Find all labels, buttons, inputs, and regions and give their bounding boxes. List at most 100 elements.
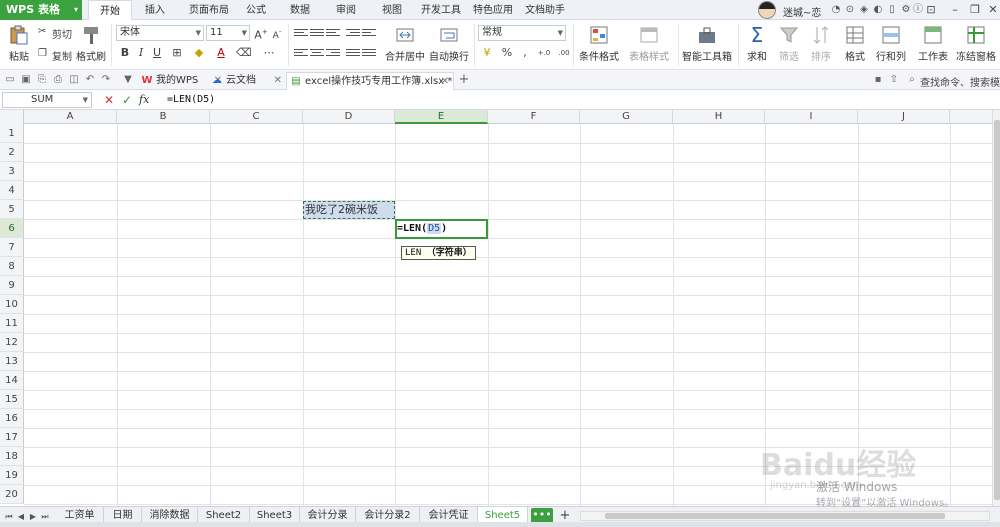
tab-features[interactable]: 特色应用 — [470, 0, 516, 20]
font-color-icon[interactable]: A — [214, 46, 228, 60]
align-top-icon[interactable] — [294, 29, 308, 39]
rows-cols-button[interactable]: 行和列 — [874, 24, 908, 63]
row-header[interactable]: 16 — [0, 409, 24, 428]
column-header-g[interactable]: G — [580, 110, 673, 124]
row-header[interactable]: 13 — [0, 352, 24, 371]
prev-sheet-icon[interactable]: ◀ — [16, 512, 26, 522]
scroll-thumb[interactable] — [605, 513, 945, 519]
last-sheet-icon[interactable]: ⏭ — [40, 512, 50, 522]
column-header-f[interactable]: F — [488, 110, 580, 124]
first-sheet-icon[interactable]: ⏮ — [4, 512, 14, 522]
font-size-select[interactable]: 11 ▼ — [206, 25, 250, 41]
preview-icon[interactable]: ◫ — [68, 74, 80, 86]
help-icon[interactable]: ⊙ — [844, 4, 856, 16]
row-header[interactable]: 11 — [0, 314, 24, 333]
column-header-j[interactable]: J — [858, 110, 950, 124]
tab-view[interactable]: 视图 — [376, 0, 408, 20]
export-icon[interactable]: ⎘ — [36, 74, 48, 86]
font-name-select[interactable]: 宋体 ▼ — [116, 25, 204, 41]
more-format-icon[interactable]: ⋯ — [262, 46, 276, 60]
row-header[interactable]: 4 — [0, 181, 24, 200]
settings-icon[interactable]: ⚙ — [900, 4, 912, 16]
doc-icon[interactable]: ▯ — [886, 4, 898, 16]
name-box[interactable]: SUM ▼ — [2, 92, 92, 108]
row-header[interactable]: 20 — [0, 485, 24, 504]
row-header[interactable]: 10 — [0, 295, 24, 314]
cell-d5-referenced[interactable]: 我吃了2碗米饭 — [303, 201, 395, 219]
row-header[interactable]: 18 — [0, 447, 24, 466]
new-tab-icon[interactable]: + — [458, 73, 470, 86]
format-button[interactable]: 格式 — [840, 24, 870, 63]
merge-center-button[interactable]: 合并居中 — [382, 24, 428, 63]
sort-button[interactable]: 排序 — [806, 24, 836, 63]
table-style-button[interactable]: 表格样式 — [626, 24, 672, 63]
row-header[interactable]: 19 — [0, 466, 24, 485]
row-header[interactable]: 17 — [0, 428, 24, 447]
confirm-icon[interactable]: ✓ — [122, 93, 132, 107]
undo-icon[interactable]: ↶ — [84, 74, 96, 86]
tab-workbook[interactable]: ▤ excel操作技巧专用工作簿.xlsx * ✕ — [286, 72, 454, 90]
horizontal-scrollbar[interactable] — [580, 511, 990, 521]
column-header-h[interactable]: H — [673, 110, 765, 124]
search-command-input[interactable]: 查找命令、搜索模板 — [920, 74, 1000, 89]
row-header[interactable]: 12 — [0, 333, 24, 352]
close-button[interactable]: ✕ — [984, 2, 1000, 18]
shrink-font-icon[interactable]: A- — [270, 25, 284, 41]
freeze-panes-button[interactable]: 冻结窗格 — [954, 24, 998, 63]
bold-button[interactable]: B — [118, 46, 132, 60]
row-header-active[interactable]: 6 — [0, 219, 24, 238]
row-header[interactable]: 14 — [0, 371, 24, 390]
tab-developer[interactable]: 开发工具 — [418, 0, 464, 20]
percent-button[interactable]: % — [500, 46, 514, 60]
formula-input[interactable]: =LEN(D5) — [167, 92, 997, 108]
theme-icon[interactable]: ◈ — [858, 4, 870, 16]
username[interactable]: 迷城~恋 — [783, 4, 821, 19]
sum-button[interactable]: Σ 求和 — [742, 24, 772, 63]
tab-home[interactable]: 开始 — [88, 0, 132, 21]
clear-format-icon[interactable]: ⌫ — [236, 46, 252, 60]
fill-color-icon[interactable]: ◆ — [192, 46, 206, 60]
column-header-b[interactable]: B — [117, 110, 210, 124]
tab-review[interactable]: 审阅 — [330, 0, 362, 20]
currency-icon[interactable]: ¥ — [480, 46, 494, 60]
outdent-icon[interactable] — [362, 29, 376, 39]
cut-button[interactable]: 剪切 — [52, 26, 72, 41]
italic-button[interactable]: I — [134, 46, 148, 60]
cancel-icon[interactable]: ✕ — [104, 93, 114, 107]
restore-button[interactable]: ❐ — [966, 2, 984, 18]
vertical-scrollbar[interactable] — [992, 110, 1000, 506]
thousands-button[interactable]: , — [518, 46, 532, 60]
skin-icon[interactable]: ◐ — [872, 4, 884, 16]
row-header[interactable]: 8 — [0, 257, 24, 276]
row-header[interactable]: 2 — [0, 143, 24, 162]
tab-page-layout[interactable]: 页面布局 — [180, 0, 238, 20]
align-left-icon[interactable] — [294, 49, 308, 59]
redo-icon[interactable]: ↷ — [100, 74, 112, 86]
tab-insert[interactable]: 插入 — [136, 0, 174, 20]
align-middle-icon[interactable] — [310, 29, 324, 39]
indent-icon[interactable] — [346, 29, 360, 39]
grow-font-icon[interactable]: A+ — [254, 25, 268, 42]
align-bottom-icon[interactable] — [326, 29, 340, 39]
smart-toolbox-button[interactable]: 智能工具箱 — [682, 24, 732, 63]
cell-e6-editing[interactable]: =LEN(D5) — [395, 219, 488, 239]
copy-button[interactable]: 复制 — [52, 48, 72, 63]
column-header-c[interactable]: C — [210, 110, 303, 124]
tab-formulas[interactable]: 公式 — [240, 0, 272, 20]
align-center-icon[interactable] — [310, 49, 324, 59]
spreadsheet-grid[interactable]: A B C D E F G H I J 1 2 3 4 5 6 7 8 9 10… — [0, 110, 992, 506]
distribute-icon[interactable] — [362, 49, 376, 59]
row-header[interactable]: 3 — [0, 162, 24, 181]
tab-cloud-docs[interactable]: ☁ 云文档 ✕ — [208, 72, 286, 90]
print-icon[interactable]: ⎙ — [52, 74, 64, 86]
worksheet-button[interactable]: 工作表 — [914, 24, 952, 63]
row-header[interactable]: 9 — [0, 276, 24, 295]
conditional-format-button[interactable]: 条件格式 — [576, 24, 622, 63]
comment-icon[interactable]: ▪ — [872, 74, 884, 86]
open-folder-icon[interactable]: ▭ — [4, 74, 16, 86]
decrease-decimal-button[interactable]: .00 — [556, 46, 572, 60]
cut-icon[interactable]: ✂ — [38, 26, 46, 37]
border-icon[interactable]: ⊞ — [170, 46, 184, 60]
row-header[interactable]: 7 — [0, 238, 24, 257]
share-icon[interactable]: ⇧ — [888, 74, 900, 86]
